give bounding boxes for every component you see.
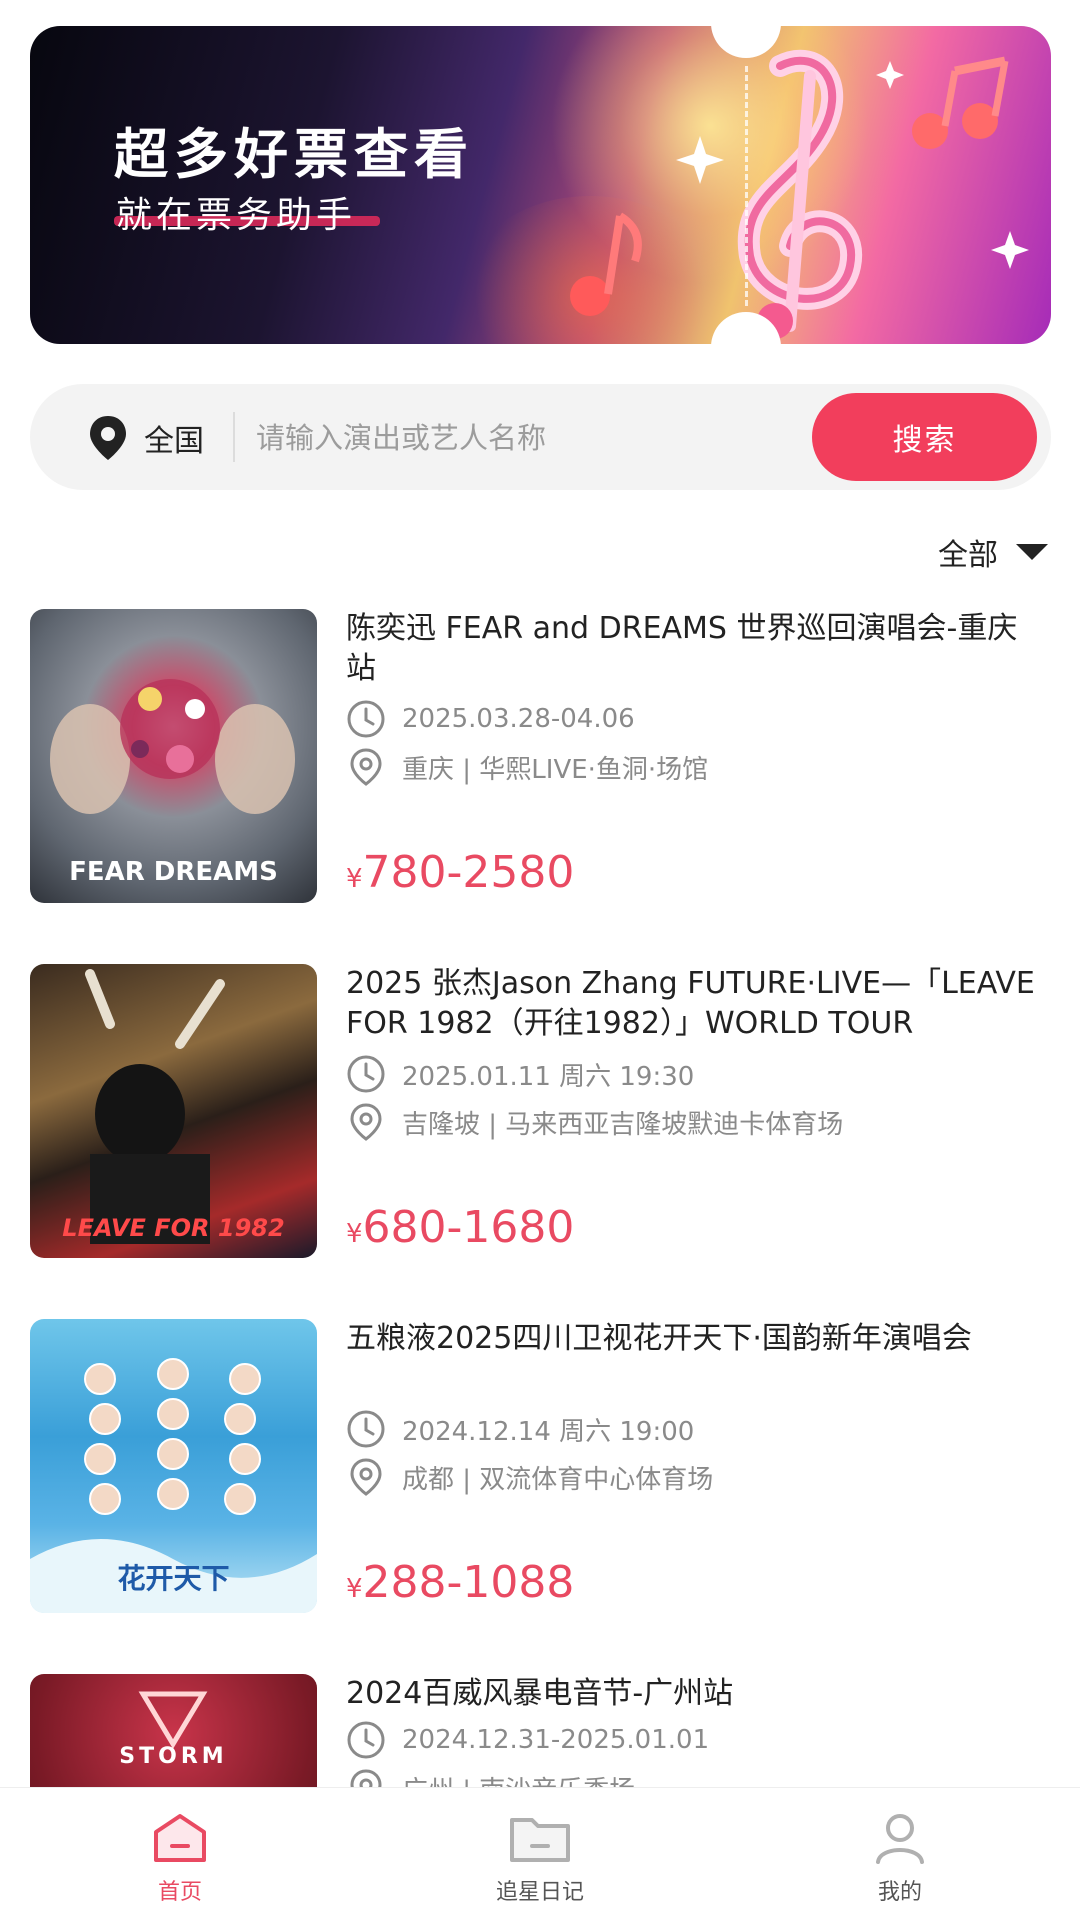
event-date: 2024.12.14 周六 19:00 — [402, 1416, 695, 1447]
event-price: ¥680-1680 — [346, 1202, 574, 1253]
poster-art — [138, 1691, 208, 1749]
event-venue-row: 成都 | 双流体育中心体育场 — [346, 1457, 713, 1497]
event-title: 陈奕迅 FEAR and DREAMS 世界巡回演唱会-重庆站 — [346, 611, 1018, 686]
event-card[interactable]: 花开天下 五粮液2025四川卫视花开天下·国韵新年演唱会 2024.12.14 … — [30, 1319, 1051, 1613]
event-poster: FEAR DREAMS — [30, 609, 317, 903]
event-price: ¥780-2580 — [346, 847, 574, 898]
clock-icon — [347, 700, 385, 738]
tab-profile[interactable]: 我的 — [720, 1788, 1080, 1920]
music-note-icon — [570, 49, 1029, 339]
location-icon — [350, 748, 382, 786]
category-filter[interactable]: 全部 — [938, 530, 1050, 574]
region-selector[interactable]: 全国 — [144, 416, 204, 460]
event-title: 2025 张杰Jason Zhang FUTURE·LIVE—「LEAVE FO… — [346, 966, 1035, 1041]
tab-diary[interactable]: 追星日记 — [360, 1788, 720, 1920]
currency-symbol: ¥ — [346, 1574, 363, 1604]
event-date: 2025.01.11 周六 19:30 — [402, 1061, 695, 1092]
currency-symbol: ¥ — [346, 1219, 363, 1249]
event-date: 2024.12.31-2025.01.01 — [402, 1725, 710, 1755]
promo-banner[interactable]: 超多好票查看 就在票务助手 — [30, 26, 1051, 344]
poster-caption: 花开天下 — [117, 1562, 230, 1595]
price-range: 680-1680 — [362, 1202, 575, 1253]
event-title: 五粮液2025四川卫视花开天下·国韵新年演唱会 — [346, 1321, 972, 1356]
event-poster: LEAVE FOR 1982 — [30, 964, 317, 1258]
clock-icon — [347, 1410, 385, 1448]
event-date-row: 2024.12.31-2025.01.01 — [346, 1720, 709, 1760]
search-input[interactable] — [254, 410, 818, 466]
event-date: 2025.03.28-04.06 — [402, 704, 635, 734]
event-date-row: 2025.03.28-04.06 — [346, 699, 635, 739]
banner-title: 超多好票查看 — [114, 123, 474, 186]
tab-label: 首页 — [157, 1880, 202, 1905]
location-pin-icon[interactable] — [86, 414, 130, 462]
filter-label: 全部 — [938, 538, 998, 573]
event-poster: 花开天下 — [30, 1319, 317, 1613]
event-date-row: 2025.01.11 周六 19:30 — [346, 1054, 694, 1094]
bottom-tab-bar: 首页 追星日记 我的 — [0, 1787, 1080, 1920]
caret-down-icon — [1016, 544, 1048, 560]
event-title: 2024百威风暴电音节-广州站 — [346, 1676, 734, 1711]
event-venue: 重庆 | 华熙LIVE·鱼洞·场馆 — [402, 754, 709, 785]
location-icon — [350, 1103, 382, 1141]
search-bar: 全国 搜索 — [30, 384, 1051, 490]
home-icon — [154, 1814, 206, 1862]
poster-caption: STORM — [119, 1744, 228, 1769]
event-venue: 吉隆坡 | 马来西亚吉隆坡默迪卡体育场 — [402, 1109, 844, 1140]
location-icon — [350, 1458, 382, 1496]
event-venue: 成都 | 双流体育中心体育场 — [402, 1464, 714, 1495]
search-divider — [233, 412, 235, 462]
event-price: ¥288-1088 — [346, 1557, 574, 1608]
event-card[interactable]: LEAVE FOR 1982 2025 张杰Jason Zhang FUTURE… — [30, 964, 1051, 1258]
tab-label: 我的 — [877, 1880, 922, 1905]
user-icon — [876, 1814, 924, 1864]
folder-icon — [510, 1818, 570, 1862]
poster-caption: FEAR DREAMS — [69, 857, 278, 887]
poster-caption: LEAVE FOR 1982 — [62, 1214, 285, 1242]
ticket-perforation — [745, 66, 748, 306]
clock-icon — [347, 1055, 385, 1093]
app-screen: 超多好票查看 就在票务助手 全国 搜索 全部 — [0, 0, 1080, 1920]
banner-subtitle: 就在票务助手 — [116, 195, 357, 236]
event-venue-row: 重庆 | 华熙LIVE·鱼洞·场馆 — [346, 747, 708, 787]
price-range: 780-2580 — [362, 847, 575, 898]
tab-label: 追星日记 — [495, 1880, 584, 1905]
clock-icon — [347, 1721, 385, 1759]
event-venue-row: 吉隆坡 | 马来西亚吉隆坡默迪卡体育场 — [346, 1102, 843, 1142]
event-date-row: 2024.12.14 周六 19:00 — [346, 1409, 694, 1449]
event-card[interactable]: FEAR DREAMS 陈奕迅 FEAR and DREAMS 世界巡回演唱会-… — [30, 609, 1051, 903]
tab-home[interactable]: 首页 — [0, 1788, 360, 1920]
price-range: 288-1088 — [362, 1557, 575, 1608]
currency-symbol: ¥ — [346, 864, 363, 894]
search-button[interactable]: 搜索 — [812, 393, 1037, 481]
